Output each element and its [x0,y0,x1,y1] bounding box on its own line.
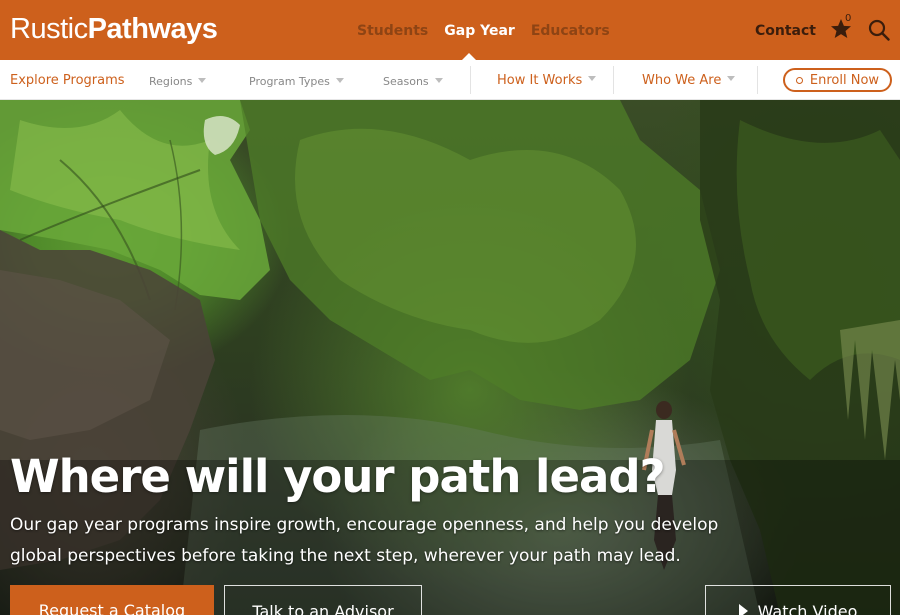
audience-tabs: Students Gap Year Educators [357,23,626,39]
talk-to-advisor-button[interactable]: Talk to an Advisor [224,585,422,615]
hero-title: Where will your path lead? [10,450,666,503]
chevron-down-icon [335,77,344,83]
menu-how-it-works[interactable]: How It Works [497,73,597,88]
hero-subtitle: Our gap year programs inspire growth, en… [10,515,719,566]
search-icon[interactable] [867,18,891,42]
logo-text-bold: Pathways [87,13,218,45]
menu-who-we-are-label: Who We Are [642,73,722,88]
nav-divider [470,66,471,94]
request-catalog-button[interactable]: Request a Catalog [10,585,214,615]
favorites-count: 0 [845,13,852,24]
filter-program-types[interactable]: Program Types [249,75,344,88]
menu-how-it-works-label: How It Works [497,73,583,88]
tab-students[interactable]: Students [357,23,428,39]
filter-regions-label: Regions [149,75,193,88]
chevron-down-icon [588,76,597,81]
chevron-down-icon [727,76,736,81]
logo-text-light: Rustic [10,13,88,45]
program-nav: Explore Programs Regions Program Types S… [0,60,900,100]
circle-icon [795,76,803,84]
play-icon [738,604,748,615]
filter-regions[interactable]: Regions [149,75,207,88]
menu-who-we-are[interactable]: Who We Are [642,73,736,88]
top-header: RusticPathways Students Gap Year Educato… [0,0,900,61]
watch-video-button[interactable]: Watch Video [705,585,891,615]
nav-divider [613,66,614,94]
filter-seasons[interactable]: Seasons [383,75,443,88]
chevron-down-icon [434,77,443,83]
nav-divider [757,66,758,94]
talk-to-advisor-label: Talk to an Advisor [252,602,394,615]
tab-educators[interactable]: Educators [531,23,610,39]
enroll-now-label: Enroll Now [809,72,880,88]
hero-banner: Where will your path lead? Our gap year … [0,100,900,615]
chevron-down-icon [198,77,207,83]
brand-logo[interactable]: RusticPathways [10,13,218,46]
filter-program-types-label: Program Types [249,75,330,88]
contact-link[interactable]: Contact [755,23,816,39]
watch-video-label: Watch Video [757,602,858,615]
explore-programs-label[interactable]: Explore Programs [10,73,125,88]
tab-gap-year[interactable]: Gap Year [444,23,515,39]
filter-seasons-label: Seasons [383,75,429,88]
request-catalog-label: Request a Catalog [38,601,186,615]
enroll-now-button[interactable]: Enroll Now [783,68,892,92]
